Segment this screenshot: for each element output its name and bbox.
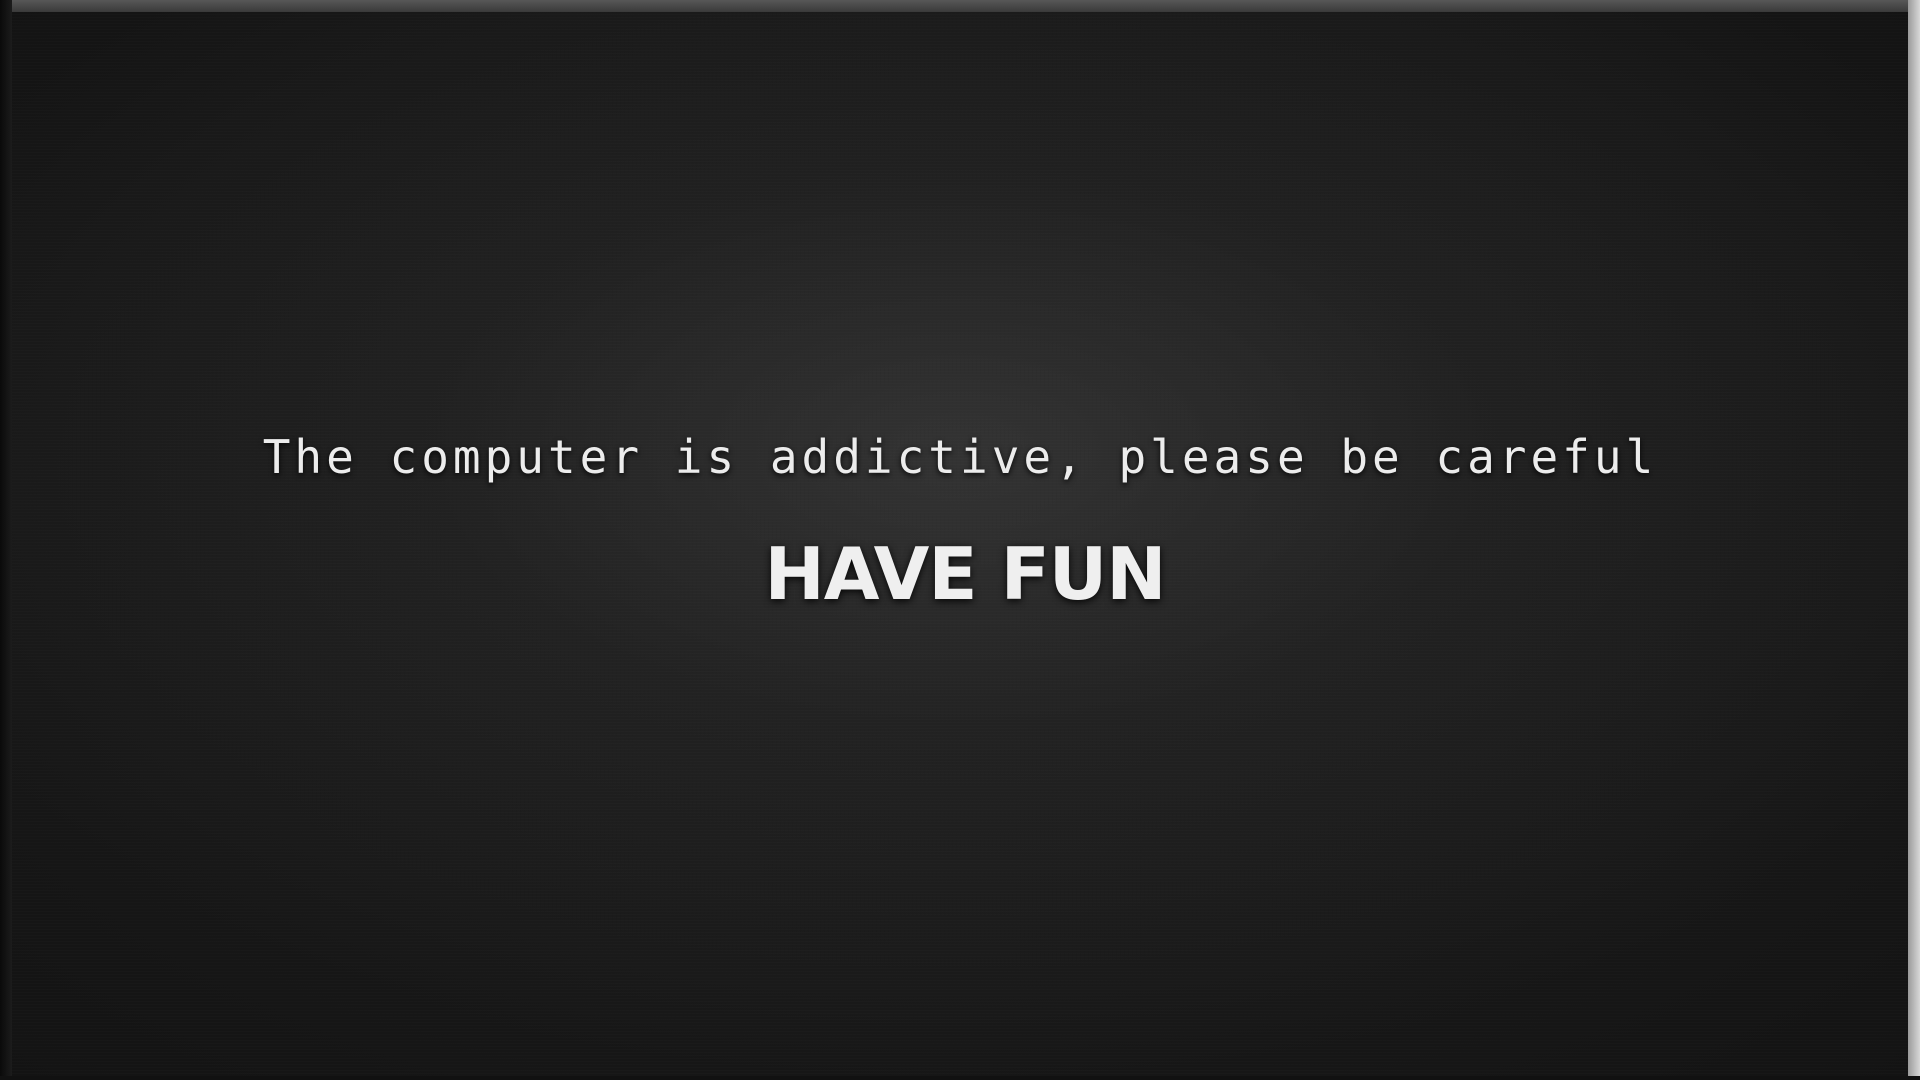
wallpaper-tagline: The computer is addictive, please be car…	[262, 430, 1658, 484]
frame-top-edge	[0, 0, 1920, 12]
frame-bottom-edge	[0, 1076, 1920, 1080]
wallpaper-headline: HAVE FUN	[764, 532, 1167, 616]
desktop-wallpaper: The computer is addictive, please be car…	[0, 0, 1920, 1080]
